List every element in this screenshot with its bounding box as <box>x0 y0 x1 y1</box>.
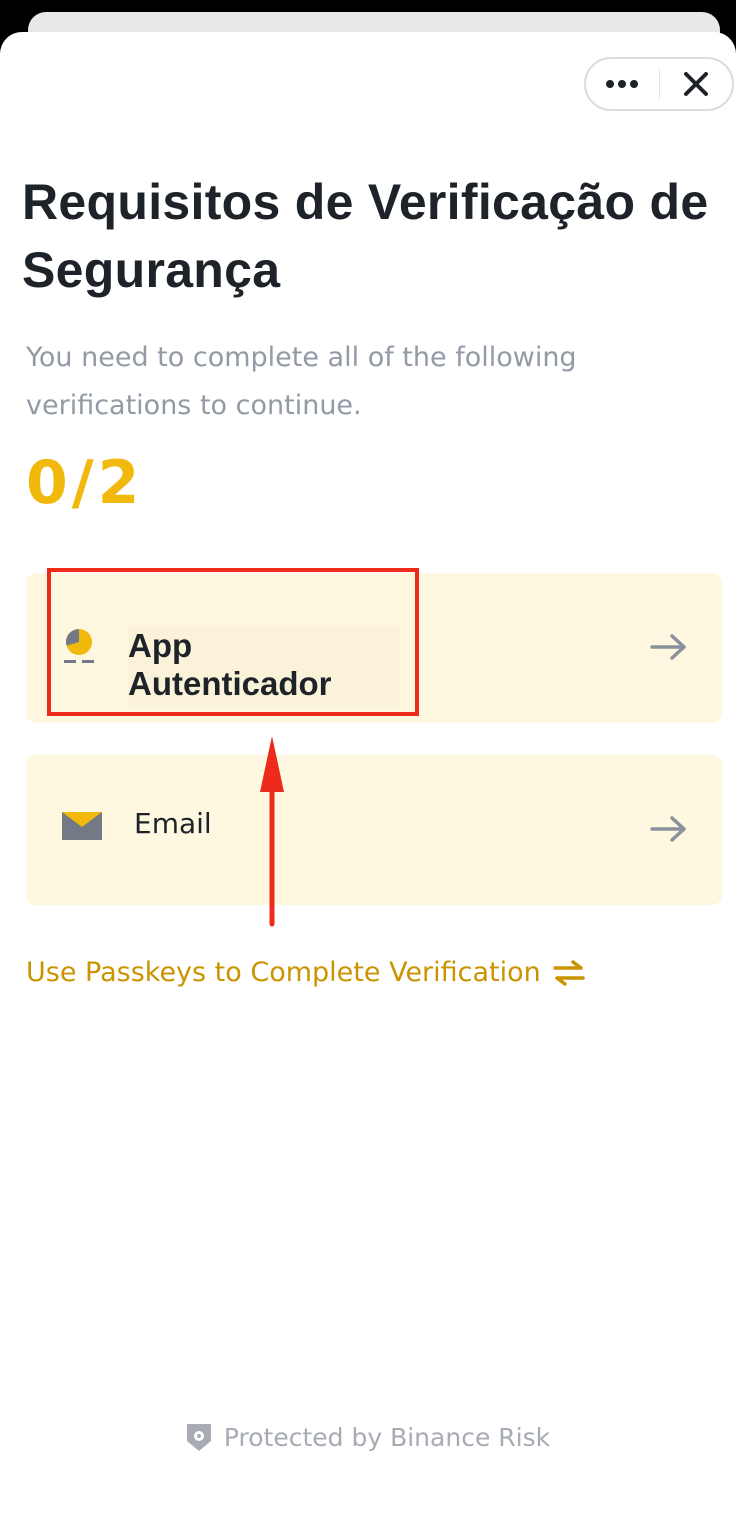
progress-counter: 0/2 <box>26 448 144 518</box>
more-button[interactable] <box>586 59 659 109</box>
authenticator-app-label: App Autenticador <box>128 625 400 707</box>
email-label: Email <box>134 807 212 840</box>
page-subtitle: You need to complete all of the followin… <box>26 342 577 421</box>
shield-icon <box>186 1422 212 1452</box>
authenticator-icon <box>62 627 96 671</box>
use-passkeys-label: Use Passkeys to Complete Verification <box>26 957 541 988</box>
verification-sheet: Requisitos de Verificação de Segurança Y… <box>0 32 736 1520</box>
close-button[interactable] <box>660 59 733 109</box>
email-icon <box>62 809 104 847</box>
security-footer: Protected by Binance Risk <box>0 1422 736 1452</box>
swap-arrows-icon <box>553 959 585 986</box>
use-passkeys-link[interactable]: Use Passkeys to Complete Verification <box>26 957 585 988</box>
authenticator-app-option[interactable]: App Autenticador <box>26 573 722 723</box>
annotation-arrow-icon <box>260 736 284 927</box>
security-footer-text: Protected by Binance Risk <box>223 1422 551 1452</box>
more-dots-icon <box>606 80 639 88</box>
arrow-right-icon <box>650 815 688 847</box>
arrow-right-icon <box>650 633 688 665</box>
close-x-icon <box>683 72 708 96</box>
email-option[interactable]: Email <box>26 755 722 905</box>
mini-program-capsule <box>584 57 734 111</box>
page-title: Requisitos de Verificação de Segurança <box>22 174 709 298</box>
